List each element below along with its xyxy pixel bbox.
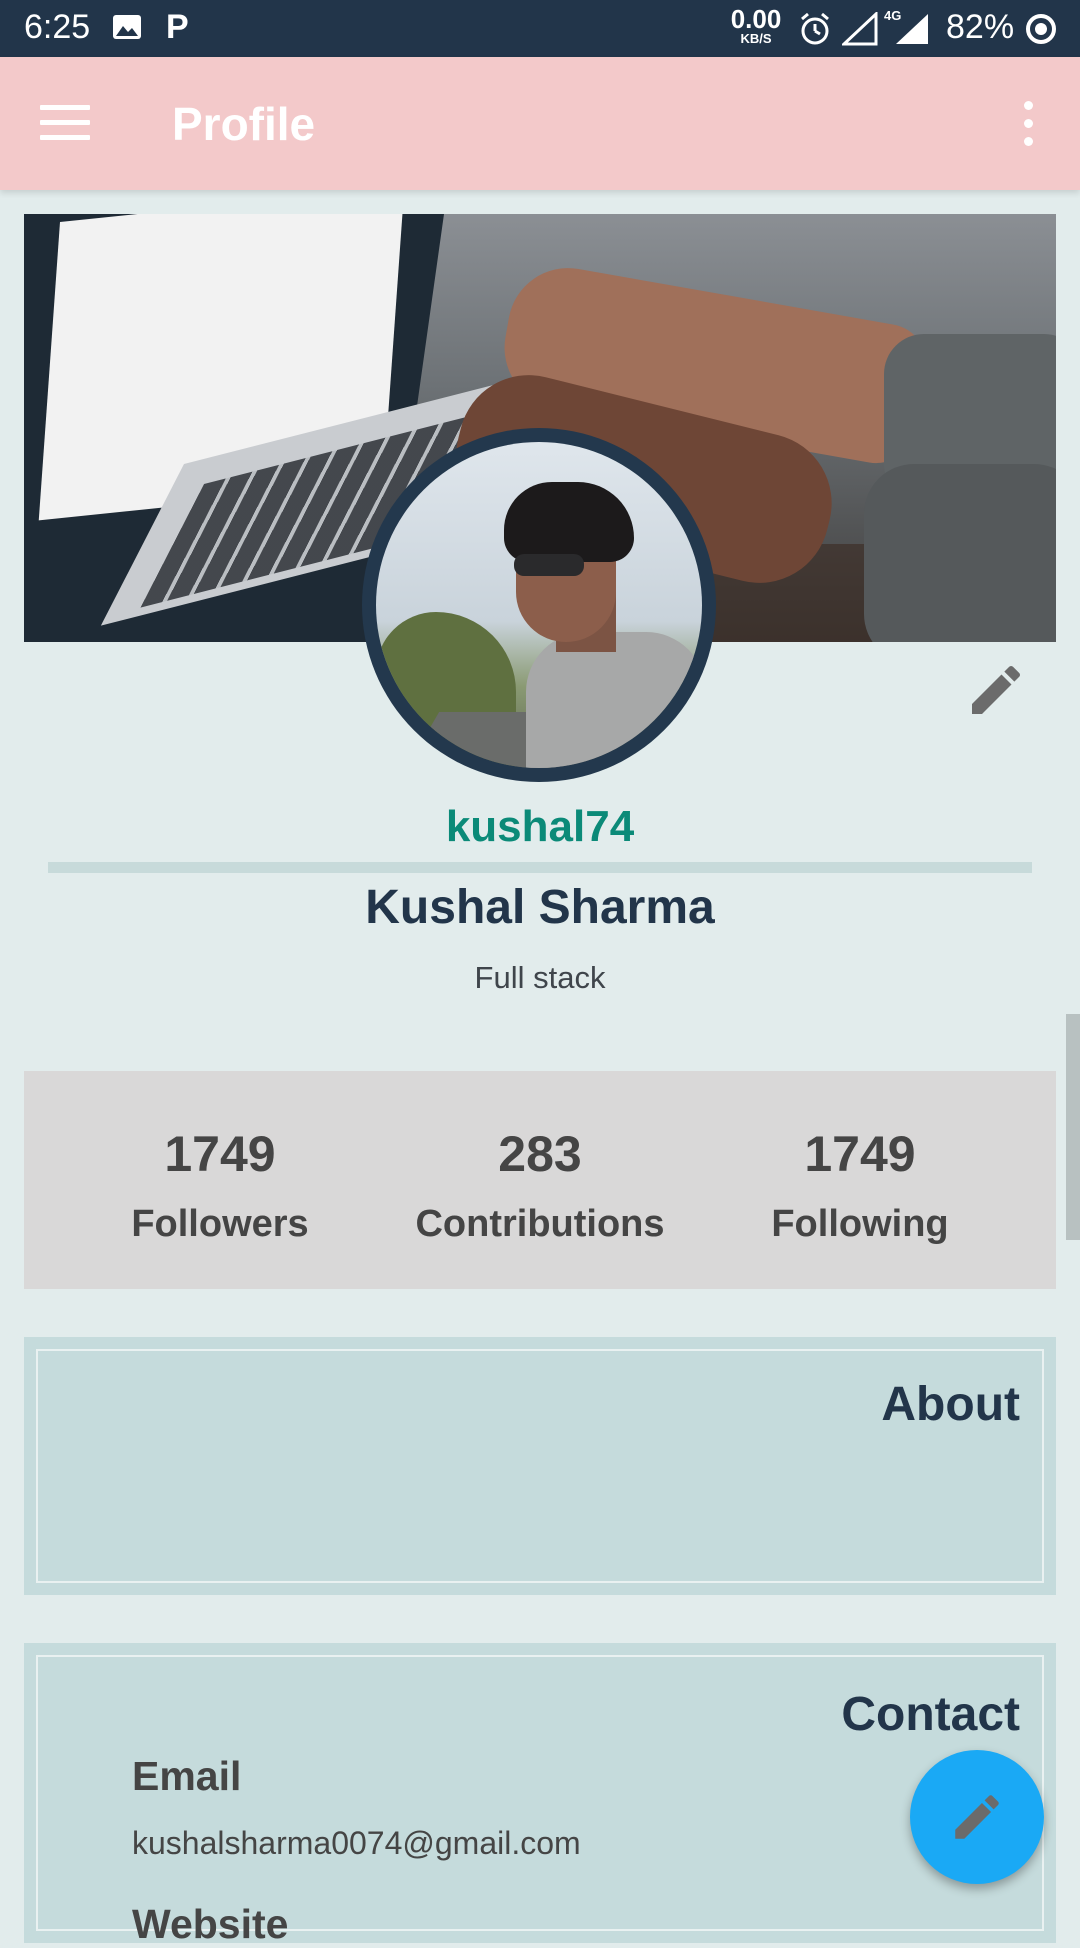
website-label: Website bbox=[132, 1901, 289, 1947]
network-speed-value: 0.00 bbox=[730, 4, 782, 34]
about-card: About bbox=[24, 1337, 1056, 1595]
page-title: Profile bbox=[172, 98, 316, 150]
pencil-icon bbox=[955, 1795, 999, 1839]
stat-label: Following bbox=[771, 1203, 949, 1245]
menu-icon[interactable] bbox=[40, 105, 90, 141]
stat-following[interactable]: 1749 Following bbox=[700, 1071, 1020, 1289]
image-notification-icon bbox=[113, 15, 141, 39]
battery-level: 82% bbox=[946, 8, 1015, 46]
stat-value: 1749 bbox=[164, 1126, 276, 1182]
signal-full-icon bbox=[896, 14, 928, 44]
stats-panel: 1749 Followers 283 Contributions 1749 Fo… bbox=[24, 1071, 1056, 1289]
app-bar: Profile bbox=[0, 57, 1080, 190]
divider bbox=[48, 862, 1032, 873]
status-bar: 6:25 P 0.00 KB/S 4G 82% bbox=[0, 0, 1080, 57]
stat-followers[interactable]: 1749 Followers bbox=[60, 1071, 380, 1289]
more-vert-icon[interactable] bbox=[1018, 101, 1038, 147]
about-title: About bbox=[881, 1378, 1020, 1431]
sync-circle-icon bbox=[1026, 14, 1056, 44]
stat-label: Contributions bbox=[415, 1203, 665, 1245]
email-value[interactable]: kushalsharma0074@gmail.com bbox=[132, 1825, 581, 1862]
contact-title: Contact bbox=[841, 1688, 1020, 1741]
status-time: 6:25 bbox=[24, 8, 91, 46]
stat-value: 1749 bbox=[804, 1126, 916, 1182]
scrollbar[interactable] bbox=[1066, 1014, 1080, 1240]
stat-label: Followers bbox=[131, 1203, 309, 1245]
network-speed: 0.00 KB/S bbox=[728, 6, 784, 45]
avatar[interactable] bbox=[362, 428, 716, 782]
p-notification-icon: P bbox=[166, 8, 189, 46]
full-name: Kushal Sharma bbox=[365, 881, 715, 934]
stat-contributions[interactable]: 283 Contributions bbox=[380, 1071, 700, 1289]
tagline: Full stack bbox=[474, 960, 606, 995]
signal-empty-icon bbox=[842, 12, 878, 46]
contact-card: Contact Email kushalsharma0074@gmail.com… bbox=[24, 1643, 1056, 1947]
edit-fab-button[interactable] bbox=[910, 1750, 1044, 1884]
email-label: Email bbox=[132, 1753, 242, 1799]
stat-value: 283 bbox=[498, 1126, 582, 1182]
alarm-icon bbox=[801, 12, 829, 45]
edit-profile-pencil-icon[interactable] bbox=[964, 658, 1028, 722]
username: kushal74 bbox=[445, 802, 635, 851]
